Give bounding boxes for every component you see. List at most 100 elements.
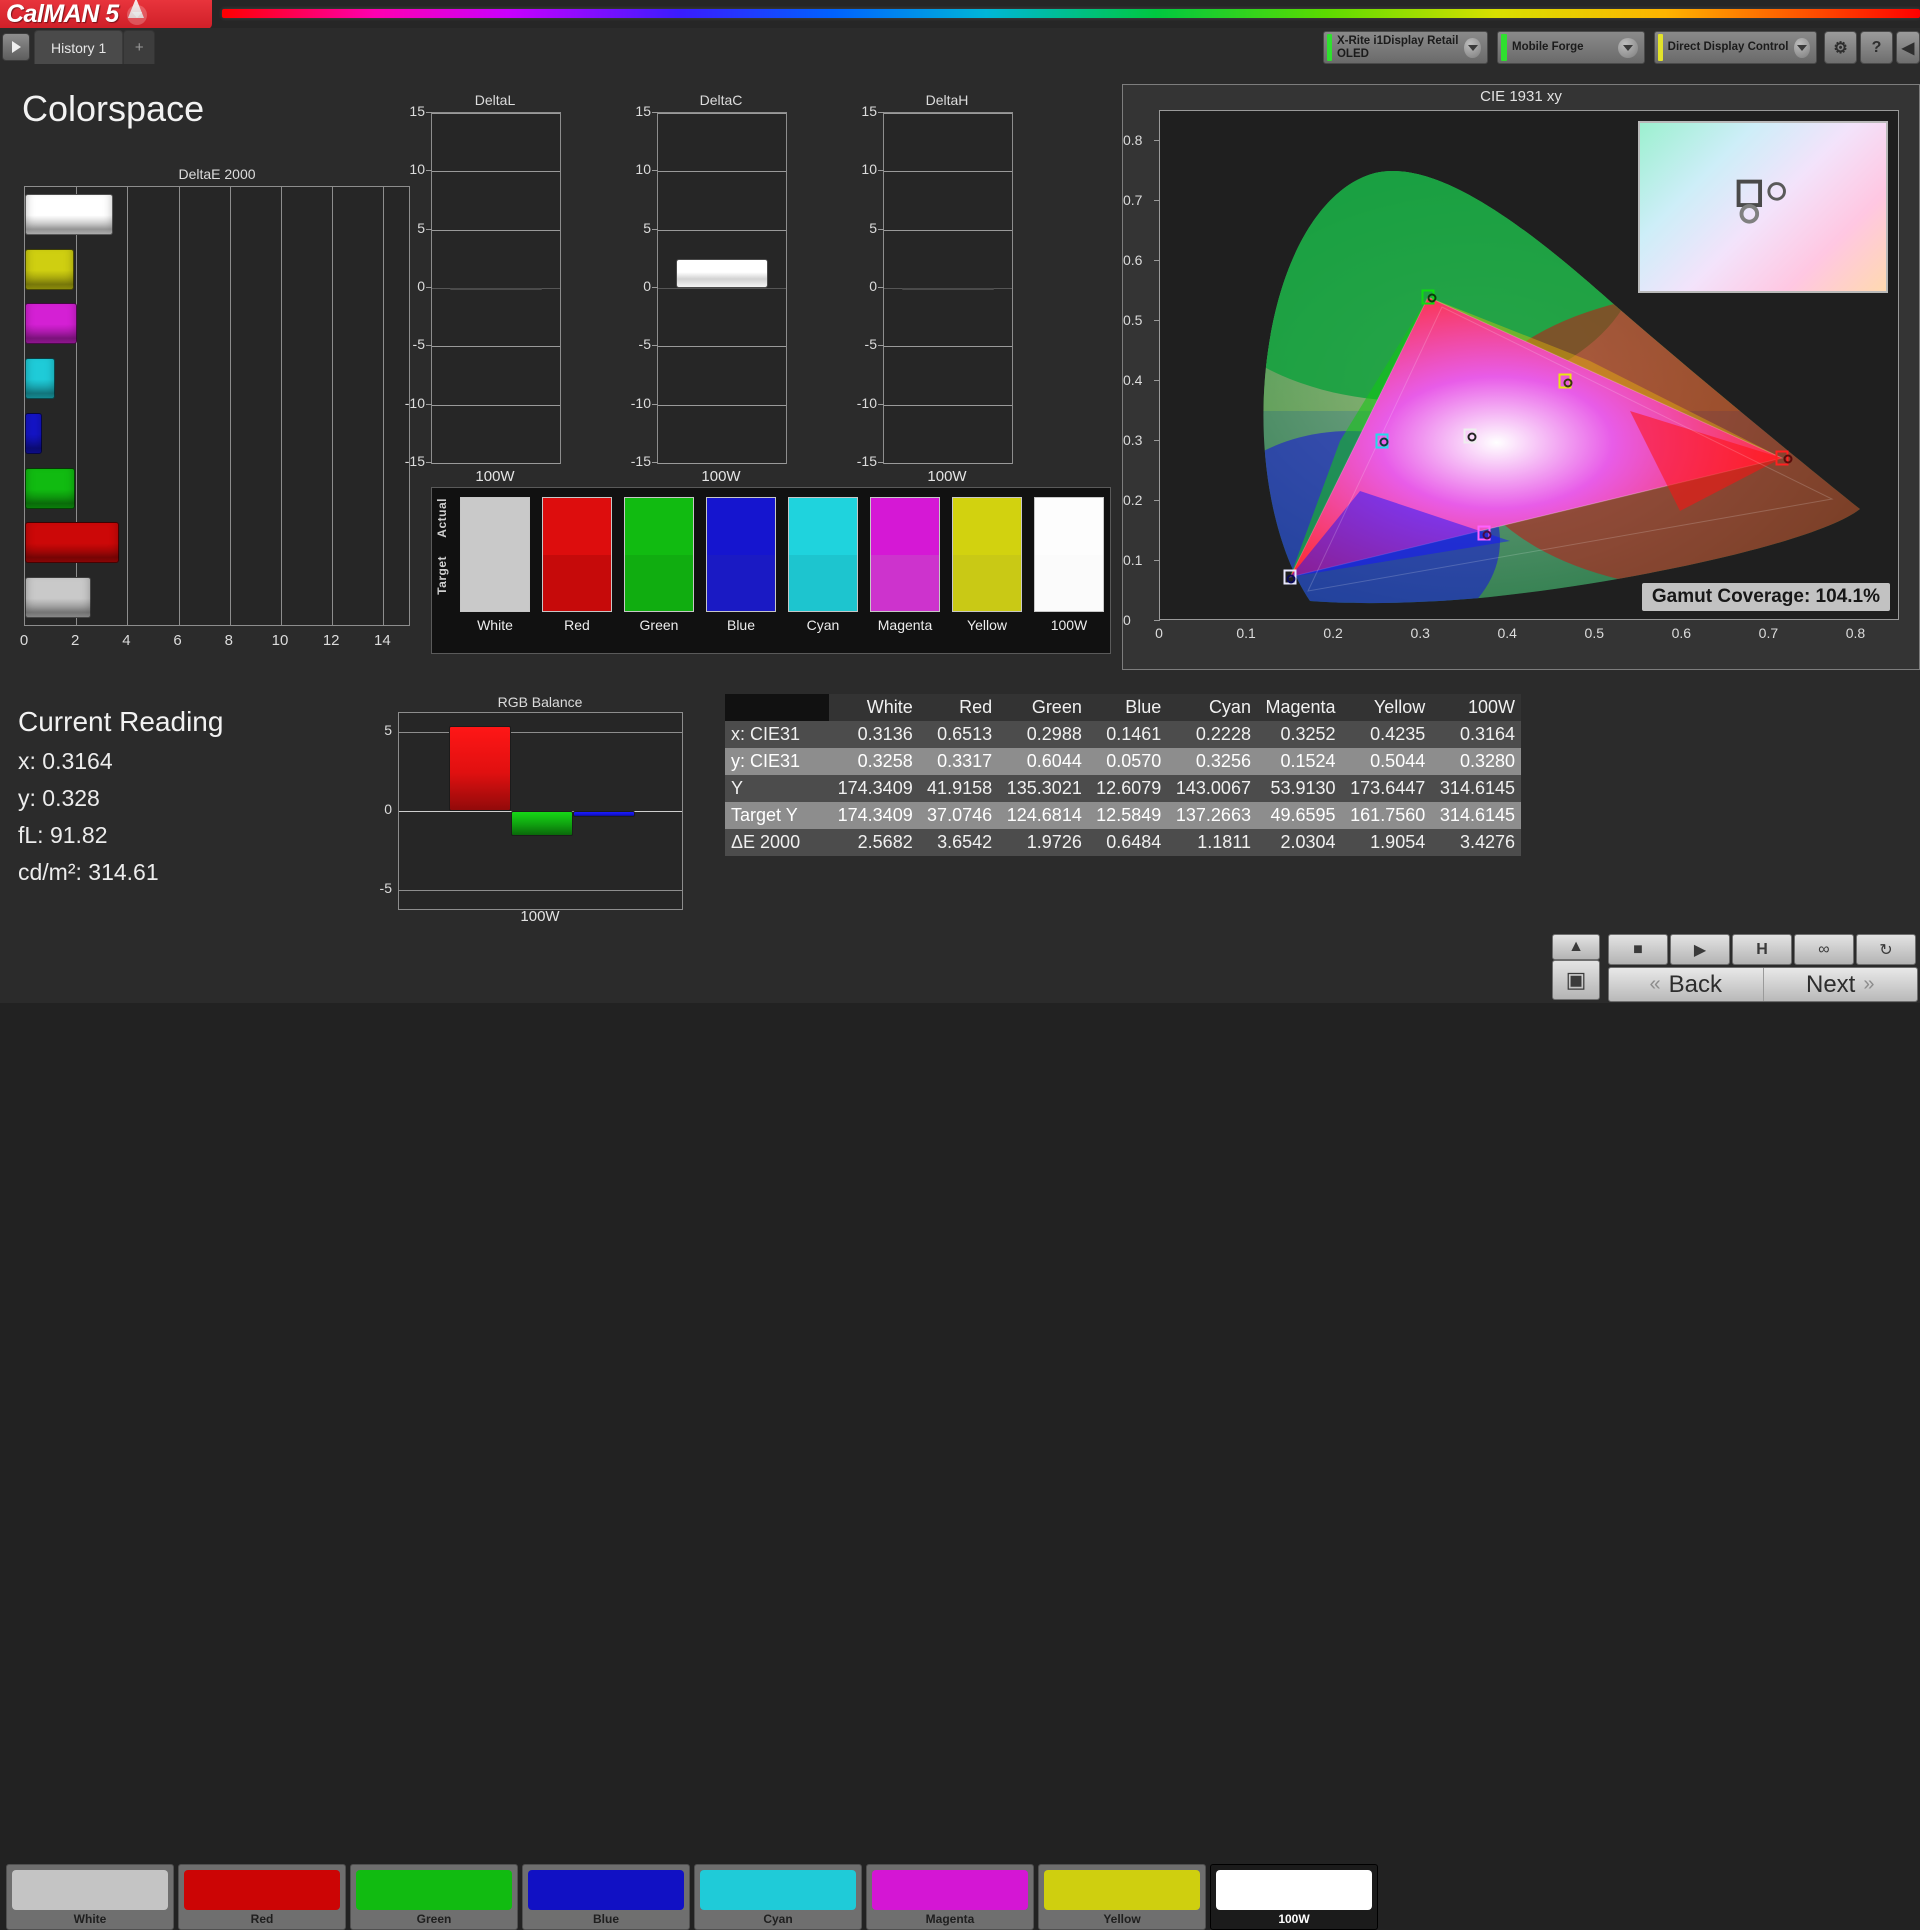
- swatch-green: [624, 497, 694, 612]
- transport-controls: ▲ ▣ ■ ▶ H ∞ ↻ « Back Next »: [1546, 932, 1918, 1002]
- table-cell: 0.2228: [1195, 724, 1251, 744]
- actual-vs-target-swatches: Actual Target White Red Green Blue Cyan Magen…: [431, 487, 1111, 654]
- display-dropdown[interactable]: Direct Display Control: [1654, 31, 1817, 64]
- deltae-bar-green: [25, 467, 76, 509]
- measurements-table: White Red Green Blue Cyan Magenta Yellow 100W x…: [725, 694, 1521, 856]
- delta-gridline: [658, 346, 786, 348]
- delta-tickmark: [426, 228, 432, 230]
- delta-ytick: 10: [635, 161, 651, 178]
- color-button-blue[interactable]: Blue: [522, 1864, 690, 1930]
- cie-chart-plot[interactable]: Gamut Coverage: 104.1%: [1159, 110, 1899, 620]
- color-button-white[interactable]: White: [6, 1864, 174, 1930]
- chevron-up-icon[interactable]: ▲: [1552, 934, 1600, 960]
- color-button-magenta[interactable]: Magenta: [866, 1864, 1034, 1930]
- swatch-target: [871, 554, 939, 611]
- swatch-target: [1035, 554, 1103, 611]
- rgb-ytick: 5: [384, 721, 392, 738]
- meter-chevron-down-icon[interactable]: [1464, 37, 1481, 58]
- next-button[interactable]: Next »: [1764, 968, 1918, 1001]
- table-cell: 0.1524: [1280, 751, 1336, 771]
- color-button-swatch: [12, 1870, 168, 1910]
- white-point-zoom-inset: [1638, 121, 1888, 293]
- stop-icon[interactable]: ■: [1608, 934, 1668, 965]
- app-logo[interactable]: CalMAN 5: [0, 0, 212, 29]
- deltae-chart-title: DeltaE 2000: [178, 166, 256, 182]
- cie-ytick: 0.8: [1123, 132, 1143, 148]
- gear-icon[interactable]: ⚙: [1824, 31, 1857, 64]
- deltae-xtick: 6: [173, 632, 182, 649]
- color-button-red[interactable]: Red: [178, 1864, 346, 1930]
- refresh-icon[interactable]: ↻: [1856, 934, 1916, 965]
- delta-gridline: [658, 404, 786, 406]
- delta-ytick: 10: [861, 161, 877, 178]
- table-col-header-white: White: [829, 694, 919, 721]
- delta-tickmark: [652, 345, 658, 347]
- delta-gridline: [884, 346, 1012, 348]
- deltae-bar-yellow: [25, 248, 74, 290]
- source-dropdown[interactable]: Mobile Forge: [1497, 31, 1645, 64]
- display-chevron-down-icon[interactable]: [1794, 37, 1810, 58]
- delta-chart-deltal: [431, 112, 561, 464]
- delta-tickmark: [652, 228, 658, 230]
- swatch-magenta: [870, 497, 940, 612]
- delta-gridline: [658, 229, 786, 231]
- delta-gridline: [884, 171, 1012, 173]
- table-col-header-100w: 100W: [1431, 694, 1521, 721]
- delta-ytick: 5: [417, 219, 425, 236]
- delta-ytick: 0: [643, 278, 651, 294]
- swatch-red: [542, 497, 612, 612]
- infinity-icon[interactable]: ∞: [1794, 934, 1854, 965]
- color-button-yellow[interactable]: Yellow: [1038, 1864, 1206, 1930]
- color-button-green[interactable]: Green: [350, 1864, 518, 1930]
- table-col-header-red: Red: [918, 694, 999, 721]
- delta-gridline: [432, 463, 560, 464]
- color-button-label: Magenta: [925, 1912, 975, 1926]
- table-cell: 41.9158: [927, 778, 993, 798]
- half-field-icon[interactable]: H: [1732, 934, 1792, 965]
- meter-dropdown[interactable]: X-Rite i1Display Retail OLED: [1323, 31, 1488, 64]
- delta-gridline: [432, 171, 560, 173]
- table-cell: 0.3280: [1459, 751, 1515, 771]
- add-tab-button[interactable]: +: [123, 30, 156, 64]
- color-button-cyan[interactable]: Cyan: [694, 1864, 862, 1930]
- deltae-xtick: 2: [71, 632, 80, 649]
- table-cell: 0.0570: [1106, 751, 1162, 771]
- color-button-100w[interactable]: 100W: [1210, 1864, 1378, 1930]
- double-chevron-right-icon: »: [1863, 973, 1875, 995]
- table-cell: 174.3409: [837, 805, 913, 825]
- cie-ytickmark: [1154, 500, 1160, 501]
- cie-xtick: 0: [1155, 625, 1163, 641]
- meter-status-indicator: [1327, 34, 1332, 61]
- deltae-xtick: 14: [374, 632, 391, 649]
- table-row-label: y: CIE31: [731, 751, 801, 771]
- cie-ytick: 0.7: [1123, 192, 1143, 208]
- delta-ytick: 0: [417, 278, 425, 294]
- chevron-left-icon[interactable]: ◀: [1896, 31, 1920, 64]
- cie-xtick: 0.2: [1323, 625, 1343, 641]
- display-name: Direct Display Control: [1667, 41, 1789, 54]
- rgb-ytick: -5: [379, 880, 392, 897]
- table-row: x: CIE31 0.3136 0.6513 0.2988 0.1461 0.2228 0.…: [725, 721, 1521, 748]
- swatch-label: Green: [639, 617, 679, 633]
- cie-ytickmark: [1154, 140, 1160, 141]
- back-button[interactable]: « Back: [1609, 968, 1764, 1001]
- help-icon[interactable]: ?: [1860, 31, 1893, 64]
- delta-tickmark: [426, 462, 432, 463]
- table-cell: 0.4235: [1370, 724, 1426, 744]
- deltae-chart: [24, 186, 410, 626]
- delta-chart-title-deltal: DeltaL: [474, 92, 516, 108]
- table-cell: 0.3136: [857, 724, 913, 744]
- delta-ytick: -15: [404, 453, 425, 469]
- meter-mode: OLED: [1336, 47, 1369, 60]
- rgb-balance-chart: [398, 712, 683, 910]
- play-icon[interactable]: ▶: [1670, 934, 1730, 965]
- tab-history-1[interactable]: History 1: [34, 30, 124, 64]
- delta-ytick: -10: [630, 394, 651, 411]
- current-reading-y: y: 0.328: [18, 785, 100, 811]
- deltae-bar-blue: [25, 412, 42, 454]
- swatch-actual: [871, 498, 939, 555]
- session-play-icon[interactable]: [2, 33, 30, 61]
- session-tabs: History 1 +: [34, 30, 156, 64]
- target-icon[interactable]: ▣: [1552, 960, 1600, 1000]
- source-chevron-down-icon[interactable]: [1618, 37, 1638, 58]
